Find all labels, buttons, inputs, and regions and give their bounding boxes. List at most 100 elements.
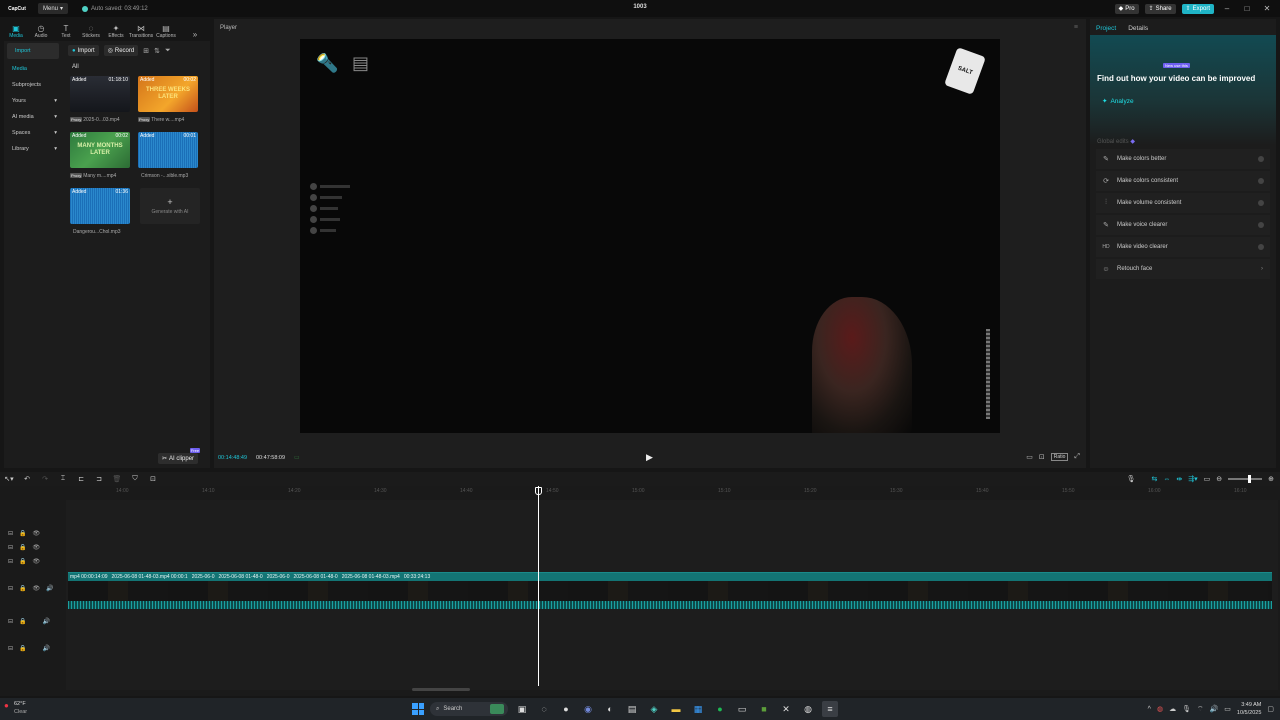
sidebar-item-library[interactable]: Library ▾ — [4, 141, 62, 157]
play-icon[interactable]: ▶ — [646, 452, 653, 463]
capcut-app-icon[interactable]: ✕ — [778, 701, 794, 717]
preview-axis-icon[interactable]: ⇶▾ — [1188, 475, 1197, 483]
zoom-slider[interactable] — [1228, 475, 1263, 483]
select-tool-icon[interactable]: ↖▾ — [0, 475, 18, 483]
spotify-icon[interactable]: ● — [712, 701, 728, 717]
toggle-icon[interactable] — [1258, 156, 1264, 162]
delete-icon[interactable]: 🗑 — [108, 475, 126, 483]
lock-icon[interactable]: 🔒 — [19, 645, 26, 652]
playhead-handle[interactable] — [535, 487, 542, 495]
crop-icon[interactable]: ⊡ — [144, 475, 162, 483]
track-area[interactable]: mp4 00:00:14:09 2025-06-08 01-48-03.mp4 … — [66, 500, 1278, 690]
split-right-icon[interactable]: ⊐ — [90, 475, 108, 483]
minimize-icon[interactable]: – — [1220, 4, 1234, 13]
taskbar-search[interactable]: ⌕ Search — [430, 702, 508, 716]
obs-icon[interactable]: ◍ — [800, 701, 816, 717]
edge-icon[interactable]: ◌ — [536, 701, 552, 717]
analyze-button[interactable]: ✦ Analyze — [1102, 97, 1134, 106]
fullscreen-icon[interactable]: ⤢ — [1074, 453, 1080, 461]
snap-icon[interactable]: ⇹ — [1176, 475, 1182, 483]
fit-screen-icon[interactable]: ▭ — [1026, 453, 1033, 461]
tab-details[interactable]: Details — [1128, 25, 1148, 32]
lock-icon[interactable]: 🔒 — [19, 558, 26, 565]
import-button[interactable]: ● Import — [68, 45, 99, 56]
generate-with-ai-button[interactable]: + Generate with AI — [140, 188, 200, 224]
toggle-icon[interactable] — [1258, 244, 1264, 250]
discord-icon[interactable]: ◉ — [580, 701, 596, 717]
make-colors-consistent-item[interactable]: ⟳ Make colors consistent — [1096, 171, 1270, 191]
tab-project[interactable]: Project — [1096, 25, 1116, 32]
chevron-up-icon[interactable]: ^ — [1148, 706, 1151, 713]
expand-tabs-icon[interactable]: » — [183, 19, 207, 39]
wifi-icon[interactable]: ⌔ — [1197, 705, 1204, 714]
tab-audio[interactable]: ◷ Audio — [29, 19, 53, 39]
notification-icon[interactable]: ▢ — [1267, 705, 1274, 713]
video-preview[interactable]: 🔦 ▤ SALT — [300, 39, 1000, 433]
zoom-icon[interactable]: ⊡ — [1039, 453, 1045, 461]
battery-icon[interactable]: ▭ — [1224, 705, 1231, 713]
sidebar-item-subprojects[interactable]: Subprojects — [4, 77, 62, 93]
close-icon[interactable]: ✕ — [1260, 4, 1274, 13]
media-clip-3[interactable]: Added 00:02 MANY MONTHS LATER — [70, 132, 130, 168]
make-video-clearer-item[interactable]: HD Make video clearer — [1096, 237, 1270, 257]
sidebar-item-spaces[interactable]: Spaces ▾ — [4, 125, 62, 141]
playhead[interactable] — [538, 486, 539, 686]
eye-icon[interactable]: 👁 — [33, 544, 41, 551]
pro-button[interactable]: ◆ Pro — [1114, 3, 1139, 14]
toggle-icon[interactable] — [1258, 178, 1264, 184]
lock-icon[interactable]: 🔒 — [19, 530, 26, 537]
speaker-icon[interactable]: 🔊 — [43, 645, 50, 652]
sort-icon[interactable]: ⇅ — [154, 47, 160, 55]
tab-text[interactable]: T Text — [54, 19, 78, 39]
lock-icon[interactable]: 🔒 — [19, 585, 26, 592]
timeline-scrollbar[interactable] — [412, 688, 470, 691]
record-button[interactable]: ◎ Record — [103, 45, 139, 56]
undo-icon[interactable]: ↶ — [18, 475, 36, 483]
lock-icon[interactable]: 🔒 — [19, 544, 26, 551]
magnet-icon[interactable]: ⇔ — [1163, 476, 1170, 483]
tab-captions[interactable]: ▤ Captions — [154, 19, 178, 39]
split-icon[interactable]: ⌶ — [54, 475, 72, 483]
file-explorer-icon[interactable]: ▬ — [668, 701, 684, 717]
caption-icon[interactable]: ▭ — [1204, 475, 1211, 483]
clock[interactable]: 3:49 AM 10/5/2025 — [1237, 701, 1261, 717]
minecraft-icon[interactable]: ■ — [756, 701, 772, 717]
redo-icon[interactable]: ↷ — [36, 475, 54, 483]
menu-icon[interactable]: ≡ — [1074, 24, 1078, 31]
make-colors-better-item[interactable]: ✎ Make colors better — [1096, 149, 1270, 169]
terminal-icon[interactable]: ▭ — [734, 701, 750, 717]
lock-icon[interactable]: 🔒 — [19, 618, 26, 625]
tab-effects[interactable]: ✦ Effects — [104, 19, 128, 39]
tab-media[interactable]: ▣ Media — [4, 19, 28, 39]
media-clip-1[interactable]: Added 01:18:10 — [70, 76, 130, 112]
timeline-ruler[interactable]: 14:00 14:10 14:20 14:30 14:40 14:50 15:0… — [66, 486, 1278, 498]
task-view-icon[interactable]: ▣ — [514, 701, 530, 717]
toggle-icon[interactable] — [1258, 222, 1264, 228]
filter-all-label[interactable]: All — [72, 64, 79, 70]
retouch-face-item[interactable]: ☺ Retouch face › — [1096, 259, 1270, 279]
zoom-fit-icon[interactable]: ⊕ — [1268, 475, 1274, 483]
volume-icon[interactable]: 🔊 — [1210, 705, 1219, 713]
sidebar-item-ai-media[interactable]: AI media ▾ — [4, 109, 62, 125]
toggle-icon[interactable] — [1258, 200, 1264, 206]
sidebar-item-media[interactable]: Media — [4, 61, 62, 77]
grid-view-icon[interactable]: ⊞ — [143, 47, 149, 55]
sidebar-item-yours[interactable]: Yours ▾ — [4, 93, 62, 109]
eye-icon[interactable]: 👁 — [33, 585, 41, 592]
main-video-clip[interactable]: mp4 00:00:14:09 2025-06-08 01-48-03.mp4 … — [68, 572, 1272, 609]
ai-clipper-button[interactable]: ✂ AI clipper Free — [158, 448, 201, 464]
media-clip-4[interactable]: Added 00:01 — [138, 132, 198, 168]
export-button[interactable]: ⇧ Export — [1181, 3, 1214, 14]
network-alert-icon[interactable]: ◍ — [1157, 705, 1163, 713]
speaker-icon[interactable]: 🔊 — [43, 618, 50, 625]
mic-icon[interactable]: 🎙 — [1182, 705, 1191, 713]
ratio-button[interactable]: Ratio — [1050, 453, 1069, 461]
timecode-settings-icon[interactable]: ▭ — [294, 454, 300, 461]
media-clip-5[interactable]: Added 01:36 — [70, 188, 130, 224]
tab-stickers[interactable]: ◌ Stickers — [79, 19, 103, 39]
make-volume-consistent-item[interactable]: ⫶ Make volume consistent — [1096, 193, 1270, 213]
make-voice-clearer-item[interactable]: ✎ Make voice clearer — [1096, 215, 1270, 235]
maximize-icon[interactable]: □ — [1240, 4, 1254, 13]
speaker-icon[interactable]: 🔊 — [46, 585, 53, 592]
steam-icon[interactable]: ◐ — [602, 701, 618, 717]
